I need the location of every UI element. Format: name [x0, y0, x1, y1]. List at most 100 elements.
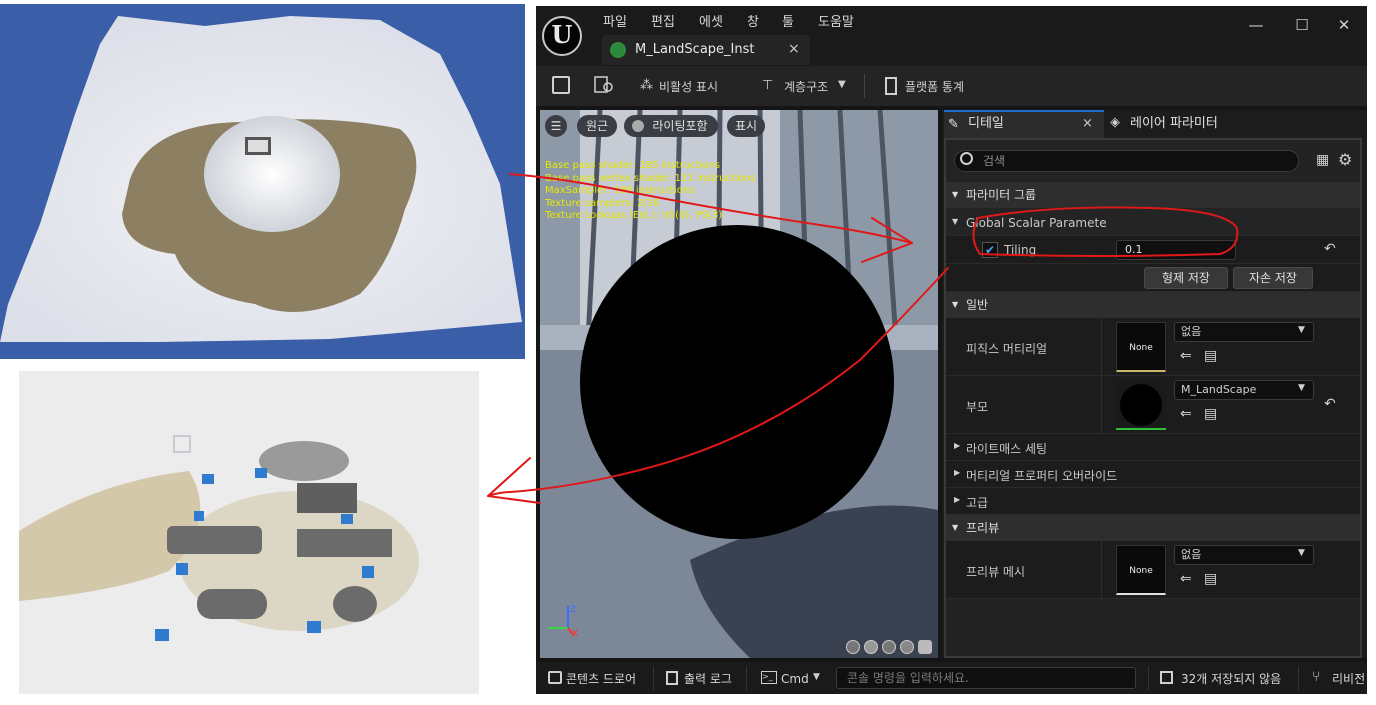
- advanced-row[interactable]: ▶ 고급: [946, 488, 1360, 515]
- layers-icon: ◈: [1110, 115, 1120, 130]
- use-selected-asset-icon[interactable]: ⇐: [1180, 406, 1192, 422]
- settings-gear-icon[interactable]: ⚙: [1338, 150, 1352, 169]
- use-selected-asset-icon[interactable]: ⇐: [1180, 571, 1192, 587]
- phys-material-dropdown[interactable]: 없음: [1174, 322, 1314, 342]
- menu-help[interactable]: 도움말: [818, 11, 854, 30]
- annotation-arrowhead-bottom: [487, 457, 541, 504]
- phys-material-row: 피직스 머티리얼 None 없음 ▼ ⇐ ▤: [946, 318, 1360, 376]
- axis-gizmo-icon: Z X: [548, 605, 578, 639]
- browse-asset-icon[interactable]: [594, 76, 614, 94]
- unreal-logo-icon[interactable]: U: [542, 16, 582, 56]
- material-preview-viewport[interactable]: ☰ 원근 라이팅포함 표시 Base pass shader: 185 inst…: [540, 110, 938, 658]
- plane-preview-icon[interactable]: [882, 640, 896, 654]
- expand-arrow-icon: ▼: [952, 217, 959, 226]
- chevron-down-icon: ▼: [1298, 325, 1305, 335]
- parent-label: 부모: [966, 400, 989, 414]
- landscape-bottom-image: [19, 371, 479, 694]
- browse-folder-icon[interactable]: ▤: [1204, 406, 1217, 422]
- platform-stats-button[interactable]: 플랫폼 통계: [905, 76, 964, 98]
- sphere-preview-icon[interactable]: [864, 640, 878, 654]
- tab-details[interactable]: ✎ 디테일 ×: [944, 110, 1104, 138]
- parent-material-dropdown[interactable]: M_LandScape: [1174, 380, 1314, 400]
- preview-mesh-row: 프리뷰 메시 None 없음 ▼ ⇐ ▤: [946, 541, 1360, 599]
- cmd-dropdown[interactable]: Cmd: [781, 670, 809, 688]
- status-divider: [1298, 666, 1299, 690]
- cylinder-preview-icon[interactable]: [846, 640, 860, 654]
- tiling-value-input[interactable]: 0.1: [1116, 240, 1236, 260]
- global-scalar-group[interactable]: ▼ Global Scalar Paramete: [946, 210, 1360, 236]
- menu-file[interactable]: 파일: [603, 11, 627, 30]
- viewport-menu-button[interactable]: ☰: [545, 115, 567, 137]
- phys-material-thumbnail[interactable]: None: [1116, 322, 1166, 372]
- use-selected-asset-icon[interactable]: ⇐: [1180, 348, 1192, 364]
- tab-close-icon[interactable]: ×: [788, 41, 800, 57]
- hide-inactive-button[interactable]: 비활성 표시: [659, 76, 718, 98]
- category-general[interactable]: ▼ 일반: [946, 292, 1360, 318]
- browse-folder-icon[interactable]: ▤: [1204, 571, 1217, 587]
- reset-to-default-icon[interactable]: ↶: [1324, 241, 1336, 257]
- menu-asset[interactable]: 에셋: [699, 11, 723, 30]
- category-parameter-groups[interactable]: ▼ 파라미터 그룹: [946, 182, 1360, 208]
- search-input[interactable]: 검색: [954, 150, 1299, 172]
- parent-sphere-preview: [1120, 384, 1162, 426]
- revision-control-button[interactable]: 리비전: [1332, 670, 1365, 688]
- lightmass-row[interactable]: ▶ 라이트매스 세팅: [946, 434, 1360, 461]
- tab-layer-parameters[interactable]: 레이어 파라미터: [1130, 110, 1218, 138]
- chevron-down-icon: ▼: [1298, 548, 1305, 558]
- chevron-down-icon: ▼: [838, 79, 846, 90]
- status-divider: [653, 666, 654, 690]
- platform-stats-icon: [885, 77, 897, 95]
- menu-window[interactable]: 창: [747, 11, 759, 30]
- details-content: 검색 ▦ ⚙ ▼ 파라미터 그룹 ▼ Global Scalar Paramet…: [944, 138, 1362, 658]
- unsaved-save-icon: [1160, 671, 1173, 684]
- content-drawer-button[interactable]: 콘텐츠 드로어: [566, 670, 636, 688]
- output-log-button[interactable]: 출력 로그: [684, 670, 732, 688]
- stat-line: Texture Lookups (Est.): VS(0), PS(3): [545, 210, 723, 221]
- expand-arrow-icon: ▼: [952, 190, 959, 199]
- category-label: 일반: [966, 298, 989, 312]
- tiling-override-checkbox[interactable]: ✔: [982, 242, 998, 258]
- menu-edit[interactable]: 편집: [651, 11, 675, 30]
- unsaved-assets-button[interactable]: 32개 저장되지 않음: [1181, 670, 1281, 688]
- category-preview[interactable]: ▼ 프리뷰: [946, 515, 1360, 541]
- custom-mesh-preview-icon[interactable]: [918, 640, 932, 654]
- collapse-arrow-icon: ▶: [954, 468, 961, 477]
- parent-material-thumbnail[interactable]: [1116, 380, 1166, 430]
- close-window-button[interactable]: ✕: [1329, 14, 1359, 36]
- menu-tools[interactable]: 툴: [782, 11, 794, 30]
- toolbar-divider: [864, 74, 865, 98]
- category-label: 프리뷰: [966, 521, 1000, 535]
- preview-mesh-thumbnail[interactable]: None: [1116, 545, 1166, 595]
- save-child-button[interactable]: 자손 저장: [1233, 267, 1313, 289]
- search-icon: [960, 152, 973, 165]
- perspective-button[interactable]: 원근: [577, 115, 617, 137]
- details-tab-close-icon[interactable]: ×: [1082, 116, 1093, 131]
- column-divider: [1101, 541, 1102, 599]
- terminal-icon: >_: [761, 671, 777, 684]
- landscape-render-bottom: [19, 371, 479, 694]
- landscape-top-image: [0, 4, 525, 359]
- hierarchy-button[interactable]: 계층구조: [784, 76, 828, 98]
- chevron-down-icon: ▼: [1298, 383, 1305, 393]
- preview-shape-buttons: [846, 640, 936, 656]
- browse-folder-icon[interactable]: ▤: [1204, 348, 1217, 364]
- stat-line: Base pass shader: 185 instructions: [545, 160, 721, 171]
- tiling-label: Tiling: [1004, 243, 1037, 257]
- show-button[interactable]: 표시: [727, 115, 765, 137]
- material-instance-icon: [610, 42, 626, 58]
- hide-inactive-icon: ⁂: [640, 78, 653, 93]
- console-command-input[interactable]: 콘솔 명령을 입력하세요.: [836, 667, 1136, 689]
- parent-row: 부모 M_LandScape ▼ ⇐ ▤ ↶: [946, 376, 1360, 434]
- save-icon[interactable]: [552, 76, 570, 94]
- asset-tab[interactable]: M_LandScape_Inst ×: [602, 35, 810, 65]
- chevron-down-icon: ▼: [813, 672, 820, 682]
- reset-to-default-icon[interactable]: ↶: [1324, 396, 1336, 412]
- advanced-label: 고급: [966, 496, 989, 510]
- cube-preview-icon[interactable]: [900, 640, 914, 654]
- maximize-button[interactable]: ☐: [1287, 14, 1317, 36]
- material-override-row[interactable]: ▶ 머티리얼 프로퍼티 오버라이드: [946, 461, 1360, 488]
- preview-mesh-dropdown[interactable]: 없음: [1174, 545, 1314, 565]
- save-sibling-button[interactable]: 형제 저장: [1144, 267, 1228, 289]
- table-view-icon[interactable]: ▦: [1316, 152, 1329, 168]
- minimize-button[interactable]: —: [1241, 14, 1271, 36]
